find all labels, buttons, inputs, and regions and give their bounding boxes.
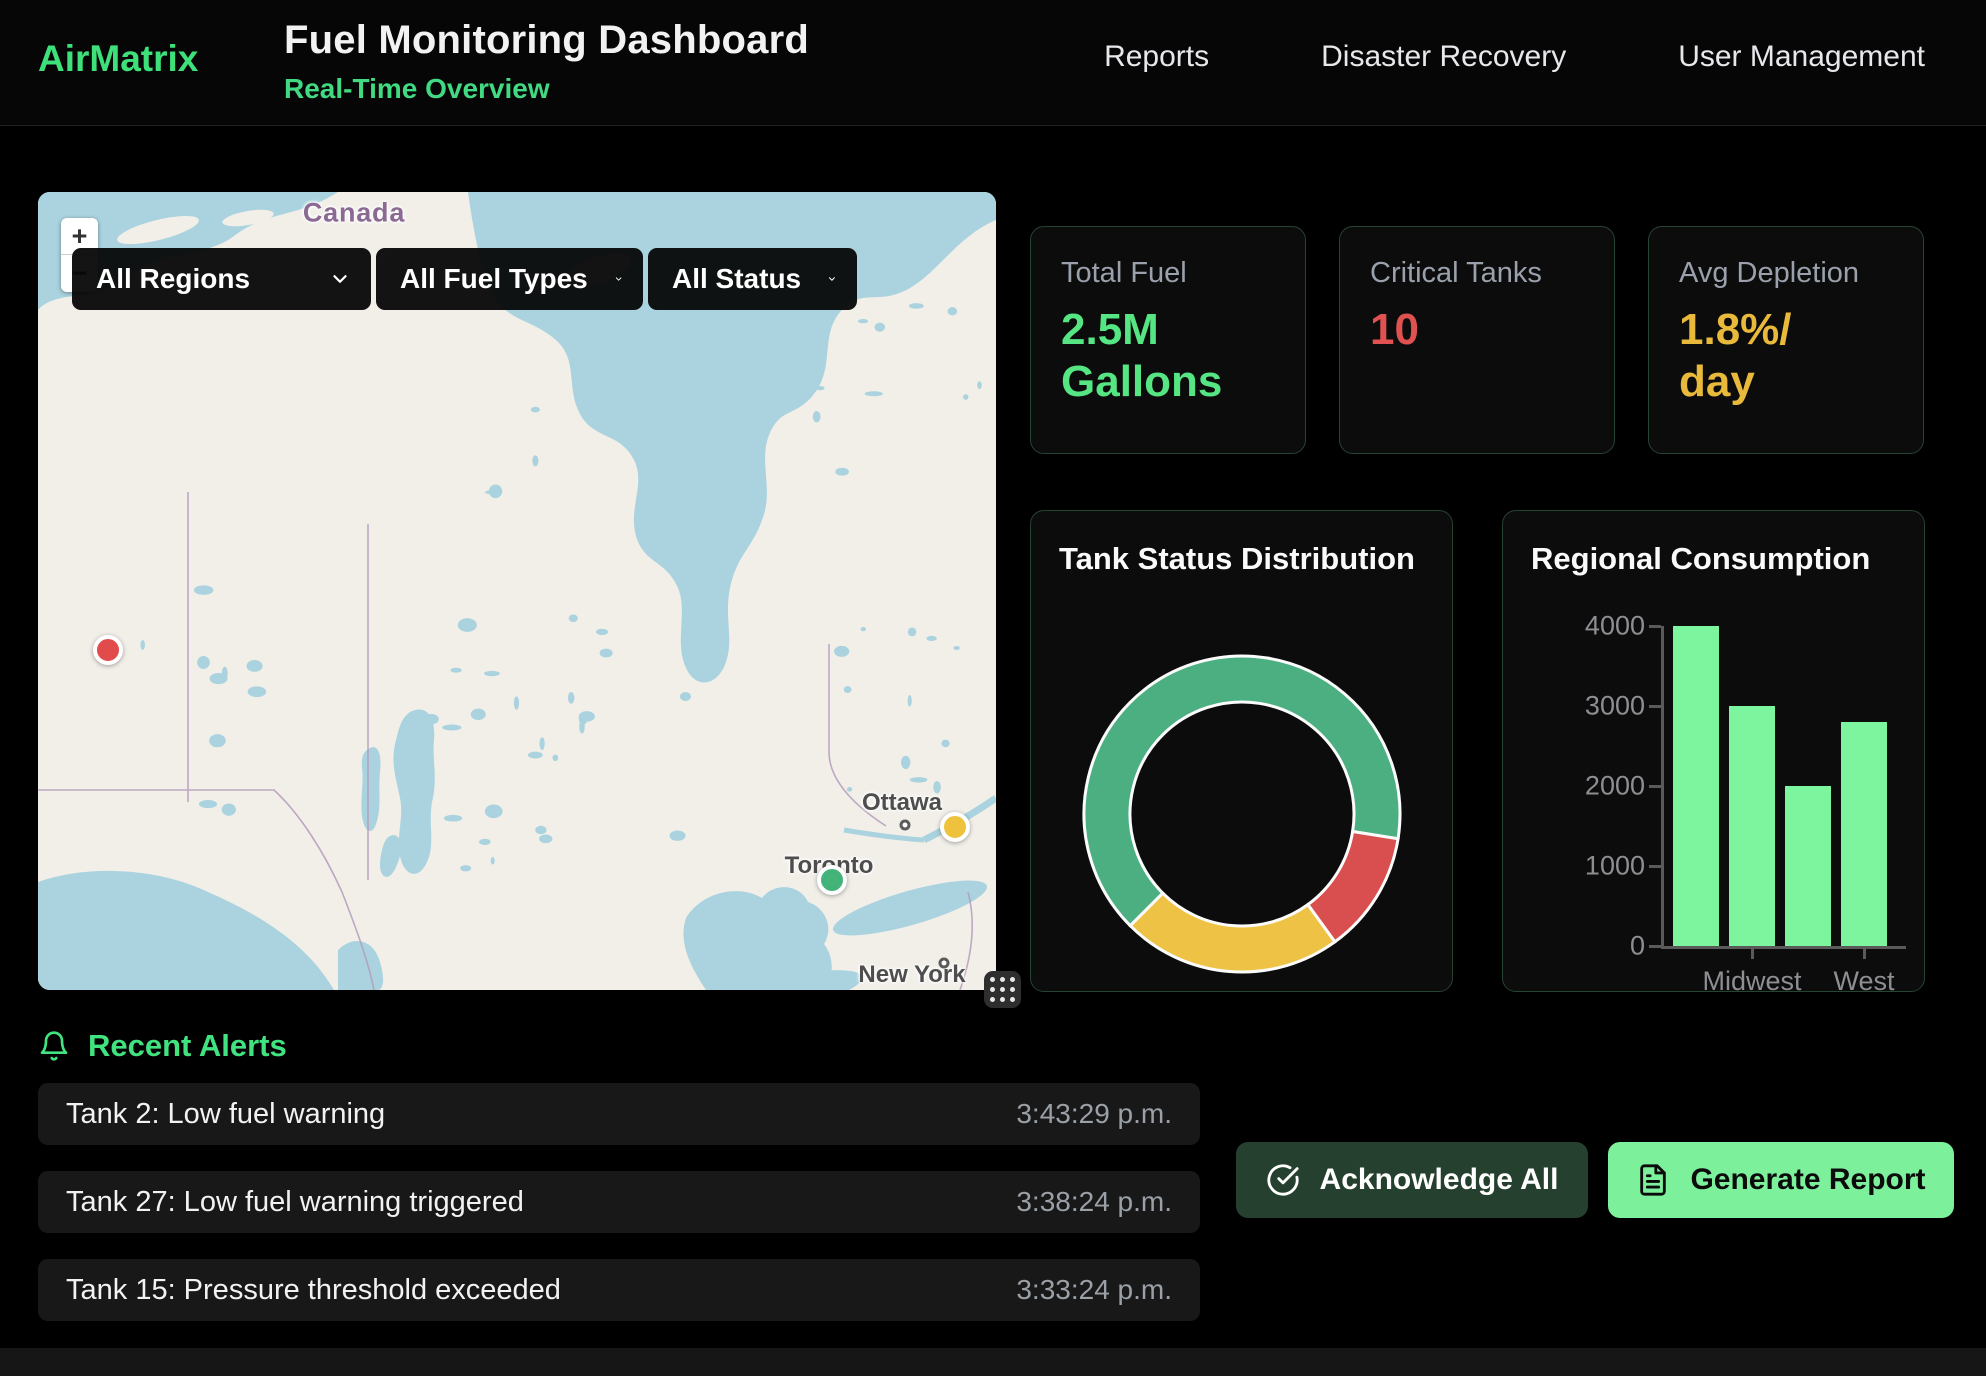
check-circle-icon: [1266, 1163, 1300, 1197]
regional-consumption-bar-chart: 40003000200010000MidwestWest: [1503, 601, 1926, 981]
panel-drag-handle-icon[interactable]: [984, 971, 1021, 1008]
x-axis-category-label: Midwest: [1702, 966, 1801, 997]
consumption-bar[interactable]: [1785, 786, 1831, 946]
stat-value: 10: [1370, 304, 1545, 356]
bell-icon: [38, 1030, 70, 1062]
page-title: Fuel Monitoring Dashboard: [284, 18, 809, 63]
map-country-label: Canada: [303, 198, 405, 229]
alert-timestamp: 3:38:24 p.m.: [1016, 1186, 1172, 1218]
filter-dropdown-all-status[interactable]: All Status: [648, 248, 857, 310]
stat-card-critical-tanks: Critical Tanks 10: [1339, 226, 1615, 454]
y-axis-tick-label: 0: [1515, 931, 1645, 962]
filter-label: All Status: [672, 263, 801, 295]
acknowledge-all-button[interactable]: Acknowledge All: [1236, 1142, 1588, 1218]
generate-report-label: Generate Report: [1690, 1163, 1925, 1197]
y-axis-line: [1661, 626, 1664, 949]
stat-label: Avg Depletion: [1679, 257, 1893, 290]
y-axis-tick-mark: [1649, 865, 1661, 868]
footer-strip: [0, 1348, 1986, 1376]
stat-label: Total Fuel: [1061, 257, 1275, 290]
y-axis-tick-label: 3000: [1515, 691, 1645, 722]
stat-card-avg-depletion: Avg Depletion 1.8%/​day: [1648, 226, 1924, 454]
chevron-down-icon: [329, 268, 351, 290]
tank-status-card: Tank Status Distribution: [1030, 510, 1453, 992]
regional-consumption-title: Regional Consumption: [1531, 541, 1896, 577]
alert-timestamp: 3:33:24 p.m.: [1016, 1274, 1172, 1306]
map-city-label-ottawa: Ottawa: [862, 789, 942, 817]
tank-marker-normal[interactable]: [817, 865, 847, 895]
filter-dropdown-all-regions[interactable]: All Regions: [72, 248, 371, 310]
generate-report-button[interactable]: Generate Report: [1608, 1142, 1954, 1218]
main-nav: Reports Disaster Recovery User Management: [1104, 40, 1925, 74]
y-axis-tick-mark: [1649, 785, 1661, 788]
chevron-down-icon: [827, 268, 837, 290]
fuel-map[interactable]: + − All RegionsAll Fuel TypesAll Status …: [38, 192, 996, 990]
alerts-title: Recent Alerts: [88, 1028, 287, 1064]
alert-message: Tank 15: Pressure threshold exceeded: [66, 1274, 561, 1307]
document-icon: [1636, 1163, 1670, 1197]
y-axis-tick-mark: [1649, 705, 1661, 708]
filter-label: All Fuel Types: [400, 263, 588, 295]
stat-card-total-fuel: Total Fuel 2.5M Gallons: [1030, 226, 1306, 454]
stat-value: 1.8%/​day: [1679, 304, 1854, 408]
chevron-down-icon: [614, 268, 623, 290]
consumption-bar[interactable]: [1729, 706, 1775, 946]
map-city-dot: [900, 820, 911, 831]
y-axis-tick-mark: [1649, 625, 1661, 628]
title-block: Fuel Monitoring Dashboard Real-Time Over…: [284, 18, 809, 105]
nav-item-reports[interactable]: Reports: [1104, 40, 1209, 74]
filter-dropdown-all-fuel-types[interactable]: All Fuel Types: [376, 248, 643, 310]
alert-timestamp: 3:43:29 p.m.: [1016, 1098, 1172, 1130]
app-logo: AirMatrix: [38, 38, 198, 80]
nav-item-user-management[interactable]: User Management: [1678, 40, 1925, 74]
stat-value: 2.5M Gallons: [1061, 304, 1236, 408]
donut-segment-warning[interactable]: [1130, 893, 1335, 972]
tank-marker-warning[interactable]: [940, 812, 970, 842]
consumption-bar[interactable]: [1673, 626, 1719, 946]
chart-cards: Tank Status Distribution Regional Consum…: [1030, 510, 1925, 992]
acknowledge-all-label: Acknowledge All: [1320, 1163, 1559, 1197]
stat-label: Critical Tanks: [1370, 257, 1584, 290]
tank-marker-critical[interactable]: [93, 635, 123, 665]
y-axis-tick-label: 2000: [1515, 771, 1645, 802]
page-subtitle: Real-Time Overview: [284, 73, 809, 105]
map-city-dot: [939, 958, 950, 969]
alert-row[interactable]: Tank 27: Low fuel warning triggered 3:38:…: [38, 1171, 1200, 1233]
alert-row[interactable]: Tank 15: Pressure threshold exceeded 3:33…: [38, 1259, 1200, 1321]
alerts-header: Recent Alerts: [38, 1028, 287, 1064]
tank-status-donut-chart: [1031, 599, 1454, 979]
map-city-label-new-york: New York: [858, 961, 965, 989]
filter-label: All Regions: [96, 263, 250, 295]
x-axis-category-label: West: [1833, 966, 1894, 997]
x-axis-line: [1661, 946, 1906, 949]
y-axis-tick-label: 1000: [1515, 851, 1645, 882]
regional-consumption-card: Regional Consumption 40003000200010000Mi…: [1502, 510, 1925, 992]
alert-row[interactable]: Tank 2: Low fuel warning 3:43:29 p.m.: [38, 1083, 1200, 1145]
y-axis-tick-mark: [1649, 945, 1661, 948]
alert-message: Tank 27: Low fuel warning triggered: [66, 1186, 524, 1219]
x-axis-tick-mark: [1751, 949, 1754, 959]
alert-message: Tank 2: Low fuel warning: [66, 1098, 385, 1131]
stat-cards: Total Fuel 2.5M Gallons Critical Tanks 10 Av…: [1030, 226, 1925, 454]
consumption-bar[interactable]: [1841, 722, 1887, 946]
nav-item-disaster-recovery[interactable]: Disaster Recovery: [1321, 40, 1566, 74]
tank-status-title: Tank Status Distribution: [1059, 541, 1424, 577]
x-axis-tick-mark: [1863, 949, 1866, 959]
map-filters: All Regions All Fuel Types All Status: [72, 248, 857, 310]
y-axis-tick-label: 4000: [1515, 611, 1645, 642]
app-header: AirMatrix Fuel Monitoring Dashboard Real…: [0, 0, 1986, 126]
